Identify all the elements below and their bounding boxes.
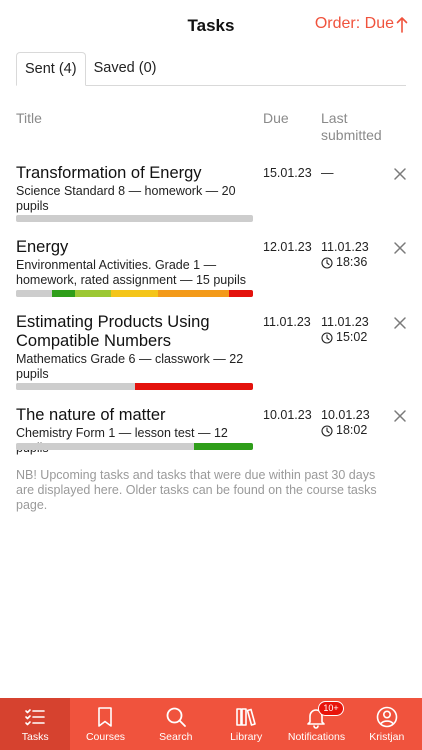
- progress-bar: [16, 215, 253, 222]
- nav-item-courses[interactable]: Courses: [70, 698, 140, 750]
- info-note: NB! Upcoming tasks and tasks that were d…: [16, 468, 377, 512]
- bookmark-icon: [98, 707, 113, 727]
- task-title: Estimating Products Using Compatible Num…: [16, 313, 210, 350]
- column-header-title: Title: [16, 110, 42, 126]
- remove-icon[interactable]: [392, 315, 408, 331]
- progress-segment: [134, 383, 253, 390]
- task-row[interactable]: The nature of matter Chemistry Form 1 — …: [16, 406, 408, 456]
- progress-segment: [110, 290, 159, 297]
- nav-item-search[interactable]: Search: [141, 698, 211, 750]
- task-last-submitted: 10.01.23 18:02: [321, 408, 370, 438]
- progress-bar: [16, 383, 253, 390]
- nav-item-library[interactable]: Library: [211, 698, 281, 750]
- progress-segment: [16, 383, 135, 390]
- nav-item-notifications[interactable]: 10+ Notifications: [281, 698, 351, 750]
- task-meta: Chemistry Form 1 — lesson test — 12 pupi…: [16, 426, 228, 455]
- nav-item-profile[interactable]: Kristjan: [352, 698, 422, 750]
- task-row[interactable]: Energy Environmental Activities. Grade 1…: [16, 238, 408, 297]
- last-submitted-date: —: [321, 166, 334, 180]
- order-button[interactable]: Order: Due: [315, 15, 408, 33]
- nav-label: Tasks: [21, 731, 49, 743]
- last-submitted-date: 11.01.23: [321, 240, 369, 254]
- task-last-submitted: 11.01.23 18:36: [321, 240, 369, 270]
- last-submitted-date: 11.01.23: [321, 315, 369, 329]
- task-title: Transformation of Energy: [16, 164, 202, 182]
- progress-segment: [229, 290, 253, 297]
- header: Tasks Order: Due: [0, 0, 422, 52]
- tasks-checklist-icon: [25, 709, 45, 726]
- progress-segment: [75, 290, 111, 297]
- progress-segment: [193, 443, 253, 450]
- nav-item-tasks[interactable]: Tasks: [0, 698, 71, 750]
- task-last-submitted: —: [321, 166, 334, 181]
- progress-segment: [158, 290, 230, 297]
- task-meta: Mathematics Grade 6 — classwork — 22 pup…: [16, 352, 244, 381]
- progress-segment: [16, 443, 194, 450]
- progress-segment: [16, 290, 52, 297]
- remove-icon[interactable]: [392, 408, 408, 424]
- task-meta: Environmental Activities. Grade 1 — home…: [16, 258, 246, 287]
- progress-bar: [16, 290, 253, 297]
- nav-label: Courses: [85, 731, 126, 743]
- arrow-up-icon: [396, 16, 408, 33]
- clock-icon: [321, 331, 333, 344]
- task-title: Energy: [16, 238, 69, 256]
- task-row[interactable]: Transformation of Energy Science Standar…: [16, 164, 408, 222]
- bottom-nav: Tasks Courses Search Library 10+ Notific…: [0, 698, 422, 750]
- nav-label: Kristjan: [369, 731, 405, 743]
- last-submitted-time: 18:36: [336, 255, 368, 269]
- tab-saved[interactable]: Saved (0): [86, 52, 165, 86]
- task-title: The nature of matter: [16, 406, 166, 424]
- task-due-date: 11.01.23: [263, 315, 311, 329]
- column-header-due: Due: [263, 110, 289, 126]
- notification-badge: 10+: [318, 701, 344, 716]
- progress-segment: [16, 215, 253, 222]
- nav-label: Library: [230, 731, 263, 743]
- nav-label: Search: [159, 731, 193, 743]
- last-submitted-date: 10.01.23: [321, 408, 370, 422]
- nav-label: Notifications: [287, 731, 346, 743]
- clock-icon: [321, 424, 333, 437]
- task-due-date: 10.01.23: [263, 408, 312, 422]
- library-icon: [236, 708, 256, 726]
- column-header-last-submitted: Last submitted: [321, 110, 382, 143]
- tab-bar: Sent (4) Saved (0): [16, 52, 406, 86]
- tab-sent[interactable]: Sent (4): [16, 52, 86, 86]
- progress-bar: [16, 443, 253, 450]
- task-row[interactable]: Estimating Products Using Compatible Num…: [16, 313, 408, 390]
- remove-icon[interactable]: [392, 166, 408, 182]
- task-meta: Science Standard 8 — homework — 20 pupil…: [16, 184, 236, 213]
- remove-icon[interactable]: [392, 240, 408, 256]
- last-submitted-time: 15:02: [336, 330, 368, 344]
- task-due-date: 12.01.23: [263, 240, 312, 254]
- user-icon: [376, 706, 398, 728]
- search-icon: [166, 707, 186, 727]
- last-submitted-time: 18:02: [336, 423, 368, 437]
- task-last-submitted: 11.01.23 15:02: [321, 315, 369, 345]
- task-due-date: 15.01.23: [263, 166, 312, 180]
- order-label: Order: Due: [314, 15, 394, 32]
- clock-icon: [321, 256, 333, 269]
- progress-segment: [51, 290, 76, 297]
